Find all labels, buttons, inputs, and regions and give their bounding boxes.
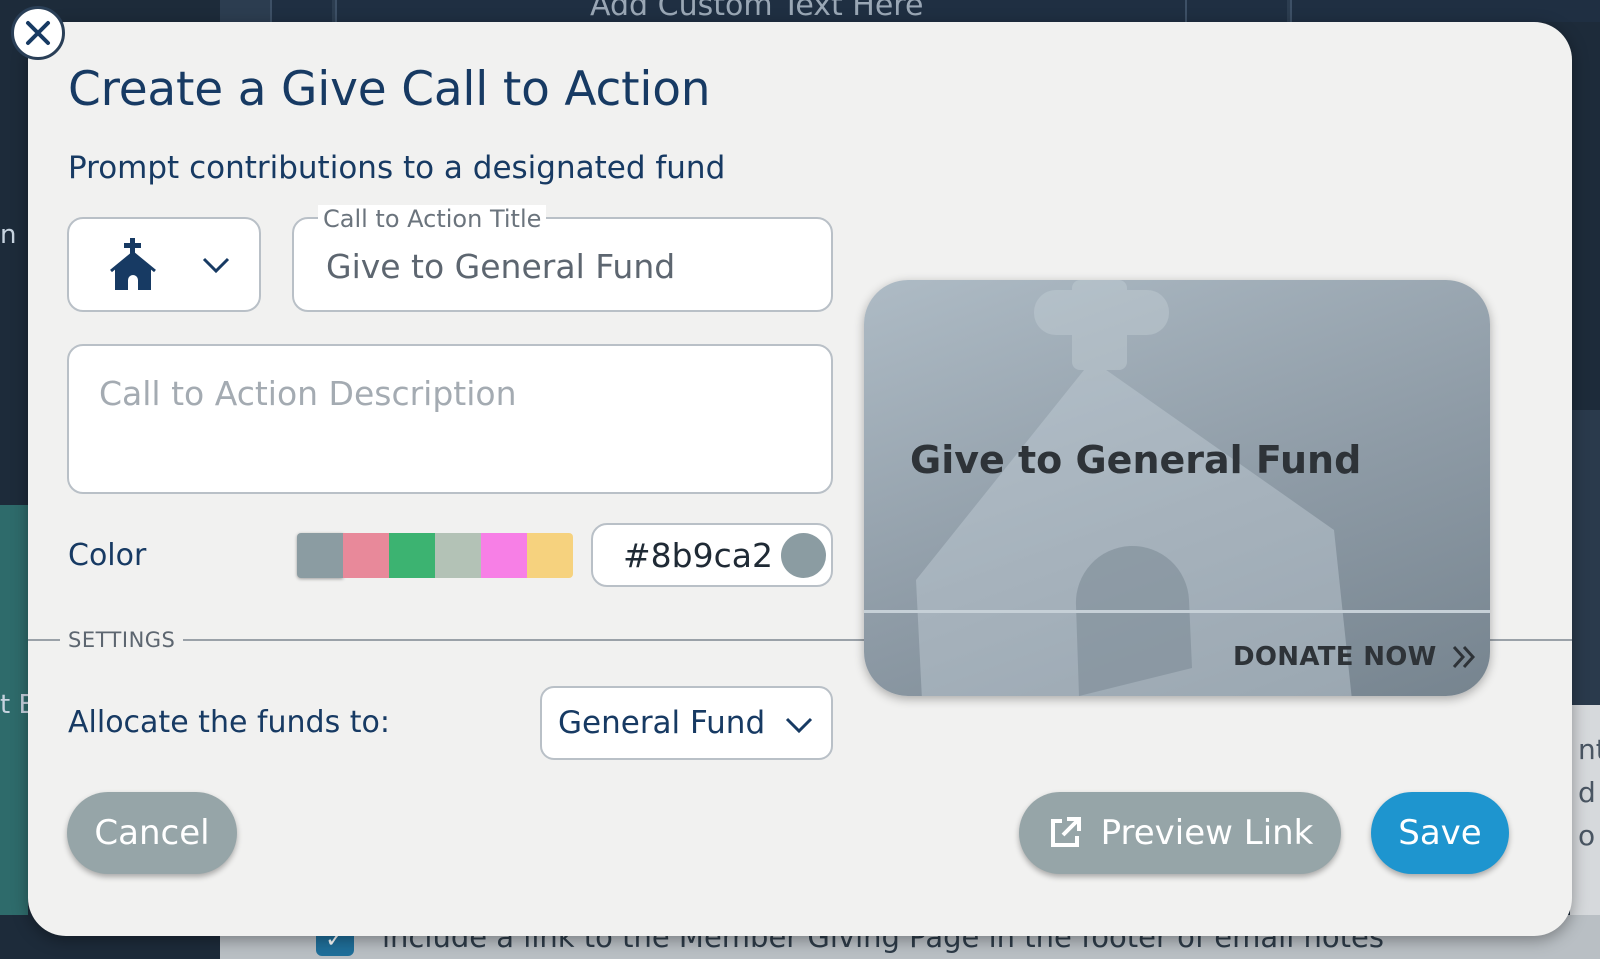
background-panel xyxy=(1290,0,1600,22)
color-swatch[interactable] xyxy=(343,533,389,578)
color-swatches xyxy=(297,533,573,578)
color-swatch[interactable] xyxy=(527,533,573,578)
chevron-down-icon xyxy=(202,257,230,274)
close-icon xyxy=(26,21,50,45)
background-panel xyxy=(270,0,332,22)
modal-subtitle: Prompt contributions to a designated fun… xyxy=(68,150,726,186)
fund-select[interactable]: General Fund xyxy=(540,686,833,760)
color-swatch[interactable] xyxy=(389,533,435,578)
chevron-down-icon xyxy=(785,717,813,734)
background-right-text: nt d o xyxy=(1578,728,1600,857)
color-hex-field[interactable]: #8b9ca2 xyxy=(591,523,833,587)
color-hex-input[interactable]: #8b9ca2 xyxy=(623,536,773,575)
cta-title-field[interactable]: Call to Action Title Give to General Fun… xyxy=(292,205,833,312)
cancel-button[interactable]: Cancel xyxy=(67,792,237,874)
allocate-funds-label: Allocate the funds to: xyxy=(68,705,390,740)
save-button[interactable]: Save xyxy=(1371,792,1509,874)
double-chevron-right-icon xyxy=(1451,644,1477,670)
color-swatch[interactable] xyxy=(435,533,481,578)
icon-select[interactable] xyxy=(67,217,261,312)
cta-description-placeholder: Call to Action Description xyxy=(99,374,517,413)
fund-select-value: General Fund xyxy=(558,705,766,741)
settings-heading: SETTINGS xyxy=(60,628,184,652)
background-right-line: o xyxy=(1578,819,1596,852)
background-right-line: d xyxy=(1578,776,1596,809)
cta-title-input[interactable]: Give to General Fund xyxy=(326,247,675,286)
color-swatch[interactable] xyxy=(481,533,527,578)
color-label: Color xyxy=(68,538,147,573)
preview-link-label: Preview Link xyxy=(1100,813,1314,853)
background-right-line: nt xyxy=(1578,733,1600,766)
color-swatch[interactable] xyxy=(297,533,343,578)
background-left-text: n xyxy=(0,220,17,250)
close-button[interactable] xyxy=(11,6,65,60)
cta-preview-card: Give to General Fund DONATE NOW xyxy=(864,280,1490,696)
donate-now-label: DONATE NOW xyxy=(1233,642,1437,672)
cta-description-field[interactable]: Call to Action Description xyxy=(67,344,833,494)
background-right-panel xyxy=(1570,410,1600,710)
preview-card-title: Give to General Fund xyxy=(910,438,1362,482)
preview-card-divider xyxy=(864,610,1490,613)
background-panel xyxy=(1185,0,1287,22)
modal-title: Create a Give Call to Action xyxy=(68,62,711,117)
cta-title-label: Call to Action Title xyxy=(318,205,547,233)
color-preview-dot[interactable] xyxy=(781,533,826,578)
background-custom-text: Add Custom Text Here xyxy=(590,0,924,23)
external-link-icon xyxy=(1047,815,1083,851)
donate-now-link[interactable]: DONATE NOW xyxy=(1233,642,1477,672)
preview-link-button[interactable]: Preview Link xyxy=(1019,792,1341,874)
church-icon xyxy=(110,238,156,290)
church-watermark-icon xyxy=(916,280,1352,696)
